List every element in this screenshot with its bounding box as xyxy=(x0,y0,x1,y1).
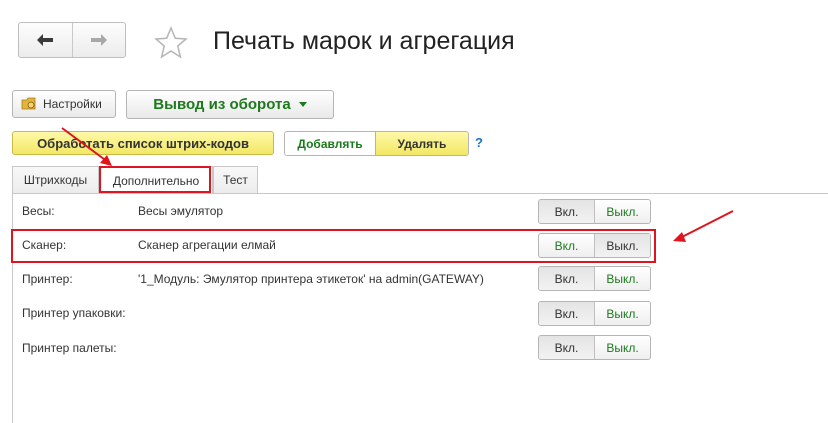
printer-on-button[interactable]: Вкл. xyxy=(539,267,594,290)
tab-barcodes[interactable]: Штрихкоды xyxy=(12,166,99,193)
history-nav-group xyxy=(18,22,126,58)
tab-content-panel xyxy=(12,193,828,423)
add-delete-toggle: Добавлять Удалять xyxy=(284,131,469,156)
output-button-label: Вывод из оборота xyxy=(153,96,291,113)
scales-label: Весы: xyxy=(22,204,55,218)
scales-off-button[interactable]: Выкл. xyxy=(594,200,650,223)
package-printer-on-button[interactable]: Вкл. xyxy=(539,302,594,325)
package-printer-toggle: Вкл. Выкл. xyxy=(538,301,651,326)
package-printer-off-button[interactable]: Выкл. xyxy=(594,302,650,325)
add-mode-button[interactable]: Добавлять xyxy=(285,132,376,155)
printer-value: '1_Модуль: Эмулятор принтера этикеток' н… xyxy=(138,272,484,286)
printer-toggle: Вкл. Выкл. xyxy=(538,266,651,291)
package-printer-label: Принтер упаковки: xyxy=(22,306,126,320)
annotation-box-scanner-row xyxy=(11,229,656,263)
pallet-printer-off-button[interactable]: Выкл. xyxy=(594,336,650,359)
settings-button[interactable]: Настройки xyxy=(12,90,116,118)
back-button[interactable] xyxy=(19,23,72,57)
scales-toggle: Вкл. Выкл. xyxy=(538,199,651,224)
printer-label: Принтер: xyxy=(22,272,73,286)
arrow-right-icon xyxy=(90,34,107,46)
pallet-printer-on-button[interactable]: Вкл. xyxy=(539,336,594,359)
help-link[interactable]: ? xyxy=(475,135,483,150)
scales-on-button[interactable]: Вкл. xyxy=(539,200,594,223)
annotation-box-tab xyxy=(99,166,211,193)
scales-value: Весы эмулятор xyxy=(138,204,224,218)
output-from-circulation-button[interactable]: Вывод из оборота xyxy=(126,90,334,119)
pallet-printer-toggle: Вкл. Выкл. xyxy=(538,335,651,360)
arrow-left-icon xyxy=(37,34,54,46)
tab-test[interactable]: Тест xyxy=(213,166,258,193)
star-icon[interactable] xyxy=(154,26,188,60)
delete-mode-button[interactable]: Удалять xyxy=(376,132,468,155)
settings-button-label: Настройки xyxy=(43,97,102,111)
printer-off-button[interactable]: Выкл. xyxy=(594,267,650,290)
process-barcodes-button[interactable]: Обработать список штрих-кодов xyxy=(12,131,274,155)
caret-down-icon xyxy=(298,102,307,107)
page-title: Печать марок и агрегация xyxy=(213,27,515,55)
folder-gear-icon xyxy=(21,97,36,110)
forward-button[interactable] xyxy=(71,23,126,57)
pallet-printer-label: Принтер палеты: xyxy=(22,341,117,355)
